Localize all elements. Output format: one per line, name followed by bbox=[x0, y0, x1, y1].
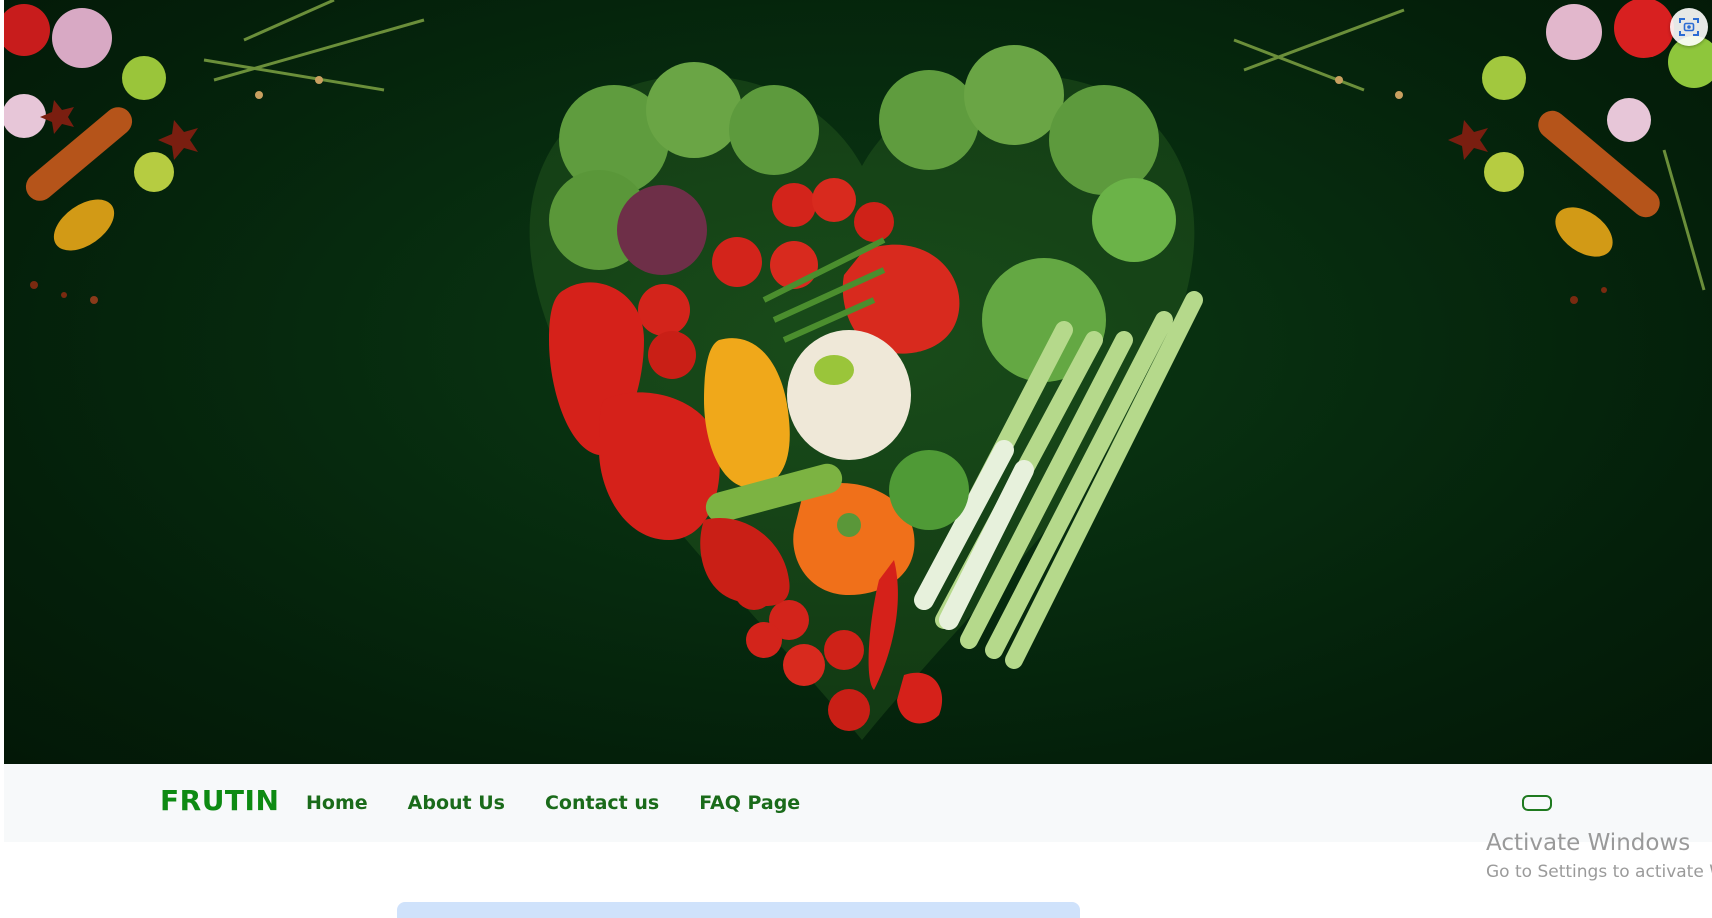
page: FRUTIN Home About Us Contact us FAQ Page… bbox=[0, 0, 1712, 918]
brand-logo[interactable]: FRUTIN bbox=[160, 784, 279, 817]
nav-link-home[interactable]: Home bbox=[306, 792, 368, 814]
activate-windows-watermark: Activate Windows Go to Settings to activ… bbox=[1486, 830, 1712, 882]
camera-scan-icon bbox=[1679, 18, 1699, 36]
nav-links: Home About Us Contact us FAQ Page bbox=[306, 792, 840, 814]
watermark-subtitle: Go to Settings to activate Wi bbox=[1486, 862, 1712, 882]
nav-link-faq-page[interactable]: FAQ Page bbox=[699, 792, 800, 814]
vegetable-heart bbox=[529, 45, 1203, 740]
navbar-toggle-button[interactable] bbox=[1522, 795, 1552, 811]
content-card bbox=[397, 902, 1080, 918]
watermark-title: Activate Windows bbox=[1486, 830, 1691, 856]
navbar: FRUTIN Home About Us Contact us FAQ Page bbox=[4, 764, 1712, 842]
spice-decoration-left bbox=[4, 0, 425, 304]
nav-link-about-us[interactable]: About Us bbox=[408, 792, 505, 814]
spice-decoration-right bbox=[1233, 0, 1712, 304]
heart-vegetables-image bbox=[4, 0, 1712, 740]
nav-link-contact-us[interactable]: Contact us bbox=[545, 792, 659, 814]
hero-banner bbox=[4, 0, 1712, 764]
screenshot-capture-icon[interactable] bbox=[1670, 8, 1708, 46]
